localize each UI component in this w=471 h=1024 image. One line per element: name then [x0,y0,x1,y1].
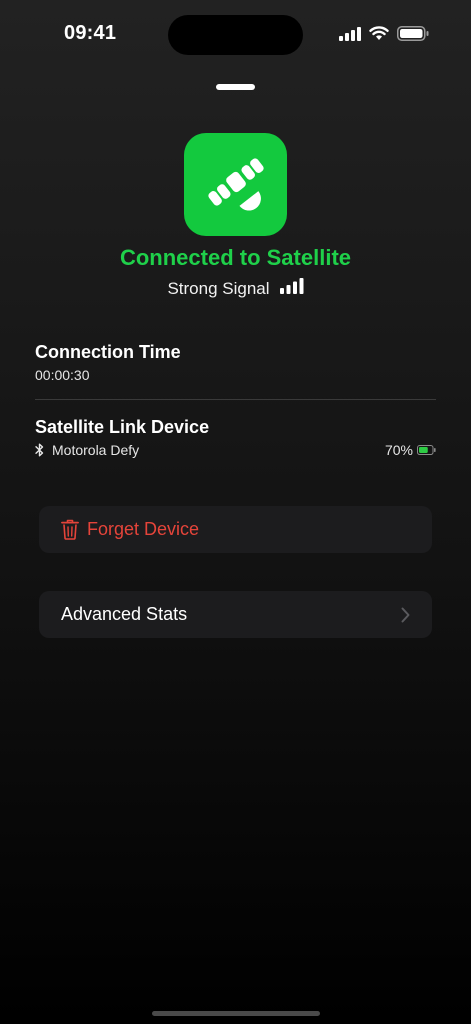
device-row: Motorola Defy 70% [35,442,436,458]
forget-device-button[interactable]: Forget Device [39,506,432,553]
battery-icon [417,442,436,458]
status-icons [339,26,429,46]
connection-time-value: 00:00:30 [35,367,90,383]
satellite-app-icon [184,133,287,236]
dynamic-island [168,15,303,55]
forget-device-label: Forget Device [87,519,200,539]
divider [35,399,436,400]
cellular-signal-icon [339,26,361,46]
signal-strength: Strong Signal [0,278,471,299]
trash-icon [61,519,79,540]
satellite-icon [196,142,276,227]
home-indicator[interactable] [152,1011,320,1016]
status-bar: 09:41 [0,0,471,70]
satellite-link-device-label: Satellite Link Device [35,417,210,437]
signal-label: Strong Signal [167,278,270,298]
signal-bars-icon [279,278,304,299]
device-battery: 70% [385,442,436,458]
bluetooth-icon [35,443,44,457]
chevron-right-icon [401,607,410,623]
connection-status-title: Connected to Satellite [119,245,352,270]
connection-time-section: Connection Time 00:00:30 [35,342,436,383]
wifi-icon [369,26,389,46]
sheet-grabber[interactable] [216,84,255,90]
satellite-link-device-section: Satellite Link Device Motorola Defy 70% [35,417,436,458]
battery-icon [397,26,429,46]
device-name: Motorola Defy [52,442,140,458]
advanced-stats-label: Advanced Stats [61,604,188,624]
status-time: 09:41 [64,22,117,44]
advanced-stats-button[interactable]: Advanced Stats [39,591,432,638]
battery-percent: 70% [384,442,413,458]
connection-time-label: Connection Time [35,342,181,362]
